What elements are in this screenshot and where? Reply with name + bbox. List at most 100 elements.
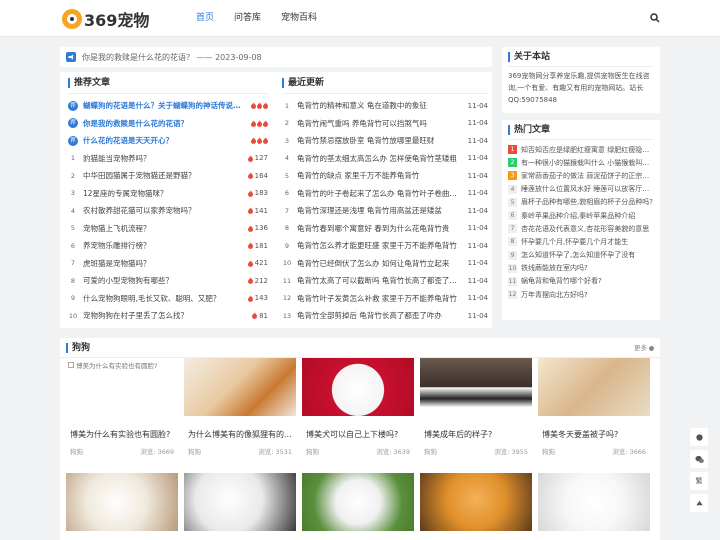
nav-home[interactable]: 首页 [196,0,214,37]
hot-item[interactable]: 5 眉杯子品种有哪些,貌相眉的杯子分品种吗? [508,196,654,209]
heat-count: 421 [247,259,268,267]
dog-thumbnail[interactable] [184,473,296,531]
dog-thumbnail[interactable] [538,473,650,531]
dog-article-card[interactable]: 博美犬可以自己上下楼吗? 狗狗 浏览: 3639 [302,358,414,456]
site-logo[interactable]: 369宠物 [62,8,149,30]
latest-item[interactable]: 6 龟背竹的叶子卷起来了怎么办 龟背竹叶子卷曲的原因 11-04 [282,185,488,203]
recommended-item[interactable]: 8 可爱的小型宠物狗有哪些？ 212 [68,272,268,290]
dog-article-category[interactable]: 狗狗 [542,446,555,456]
recommended-item[interactable]: 荐蝴蝶狗的花语是什么？关于蝴蝶狗的神话传说是... [68,97,268,115]
hot-item[interactable]: 12 万年青摆向北方好吗? [508,288,654,301]
hot-item[interactable]: 7 杏花花语及代表意义,杏花形容美貌的意思 [508,222,654,235]
float-tool-wechat[interactable] [690,450,708,468]
nav-qa[interactable]: 问答库 [234,0,261,37]
dog-article-category[interactable]: 狗狗 [70,446,83,456]
latest-item-title: 龟背竹闹气重吗 养龟背竹可以挡煞气吗 [297,118,427,128]
recommended-item[interactable]: 3 12星座的专属宠物猫咪？ 183 [68,185,268,203]
dog-article-card[interactable] [302,473,414,531]
latest-item[interactable]: 8 龟背竹春到哪个寓意好 春到为什么花龟背竹贵 11-04 [282,220,488,238]
hot-item[interactable]: 2 有一种很小的猫猴栽叫什么 小猫猴栽叫什... [508,156,654,169]
hot-item-title: 有一种很小的猫猴栽叫什么 小猫猴栽叫什... [521,158,654,167]
float-tool-service[interactable] [690,428,708,446]
dog-thumbnail[interactable] [538,358,650,416]
latest-item[interactable]: 11 龟背竹太高了可以截断吗 龟背竹长高了都歪了咋办 11-04 [282,272,488,290]
dog-thumbnail[interactable] [302,358,414,416]
float-tool-top[interactable] [690,494,708,512]
hot-item[interactable]: 4 睡莲放什么位置风水好 睡莲可以放客厅吗... [508,183,654,196]
latest-item-title: 龟背竹的精神和意义 龟在道教中的象征 [297,101,427,111]
hot-item[interactable]: 8 怀孕要几个月,怀孕要几个月才能生 [508,235,654,248]
hot-rank: 7 [508,224,517,234]
dog-article-views: 浏览: 3669 [140,448,174,456]
dog-thumbnail[interactable] [184,358,296,416]
dog-article-card[interactable] [66,473,178,531]
latest-item[interactable]: 2 龟背竹闹气重吗 养龟背竹可以挡煞气吗 11-04 [282,115,488,133]
hot-articles-card: 热门文章 1 知否知否应是绿肥红瘦寓意 绿肥红瘦隐喻... 2 有一种很小的猫猴栽叫什… [502,120,660,320]
dog-thumbnail[interactable] [420,358,532,416]
recommended-item[interactable]: 9 什么宠物狗眼明,毛长又软、聪明、又肥？ 143 [68,290,268,308]
dog-article-card[interactable] [420,473,532,531]
float-tool-traditional[interactable]: 繁 [690,472,708,490]
recommended-item[interactable]: 5 宠物猫上飞机流程？ 136 [68,220,268,238]
dog-article-category[interactable]: 狗狗 [424,446,437,456]
recommended-item[interactable]: 4 农村散养甜花猫可以家养宠物吗？ 141 [68,202,268,220]
recommended-item[interactable]: 10 宠物狗狗在村子里丢了怎么找？ 81 [68,307,268,325]
latest-item[interactable]: 5 龟背竹的缺点 家里千万不能养龟背竹 11-04 [282,167,488,185]
dog-article-title[interactable]: 为什么博美有的像狐狸有的... [184,429,296,440]
recommended-item[interactable]: 6 养宠物乐雕排行榜？ 181 [68,237,268,255]
hot-rank: 11 [508,276,517,286]
dog-thumbnail[interactable] [302,473,414,531]
dog-thumbnail[interactable] [420,473,532,531]
dog-article-card[interactable] [538,473,650,531]
latest-item-title: 龟背竹深理还是浅埋 龟背竹用高盆还是矮盆 [297,206,442,216]
rank-number: 12 [282,294,292,303]
more-label: 更多 [634,344,647,352]
dog-article-card[interactable]: 博美成年后的样子? 狗狗 浏览: 3955 [420,358,532,456]
latest-item[interactable]: 4 龟背竹的茎太细太高怎么办 怎样使龟背竹茎矮粗 11-04 [282,150,488,168]
latest-item[interactable]: 7 龟背竹深理还是浅埋 龟背竹用高盆还是矮盆 11-04 [282,202,488,220]
recommended-item[interactable]: 荐你是我的救赎是什么花的花语？ [68,115,268,133]
hot-item[interactable]: 9 怎么知道怀孕了,怎么知道怀孕了没有 [508,249,654,262]
dog-article-title[interactable]: 博美犬可以自己上下楼吗? [302,429,414,440]
hot-item[interactable]: 6 秦岭苹果品种介绍,秦岭苹果品种介绍 [508,209,654,222]
heat-value: 141 [254,206,268,215]
rank-badge: 3 [70,189,76,198]
dog-thumbnail[interactable]: 博美为什么有实验也有圆脸? [66,358,178,416]
heat-value: 143 [254,294,268,303]
search-icon[interactable] [650,13,660,23]
dog-article-card[interactable]: 博美为什么有实验也有圆脸? 博美为什么有实验也有圆脸? 狗狗 浏览: 3669 [66,358,178,456]
latest-item-title: 龟背竹已经倒伏了怎么办 如何让龟背竹立起来 [297,258,450,268]
recommended-item[interactable]: 1 豹猫能当宠物养吗？ 127 [68,150,268,168]
rank-badge: 7 [70,259,76,268]
dog-article-card[interactable] [184,473,296,531]
recommended-item[interactable]: 7 虎斑猫是宠物猫吗？ 421 [68,255,268,273]
dog-article-title[interactable]: 博美冬天要盖被子吗? [538,429,650,440]
dog-article-title[interactable]: 博美成年后的样子? [420,429,532,440]
notice-text[interactable]: 你是我的救赎是什么花的花语？ —— 2023-09-08 [82,52,262,63]
more-link[interactable]: 更多 [634,338,654,358]
hot-item[interactable]: 3 家常蒜香茄子的做法 蒜泥茄饼子的正宗做法 [508,169,654,182]
hot-item[interactable]: 1 知否知否应是绿肥红瘦寓意 绿肥红瘦隐喻... [508,143,654,156]
heat-count [250,102,268,110]
heat-count: 143 [247,294,268,302]
latest-item[interactable]: 10 龟背竹已经倒伏了怎么办 如何让龟背竹立起来 11-04 [282,255,488,273]
latest-item[interactable]: 3 龟背竹禁忌摆放卧室 龟背竹放哪里最旺财 11-04 [282,132,488,150]
nav-wiki[interactable]: 宠物百科 [281,0,317,37]
dog-article-category[interactable]: 狗狗 [188,446,201,456]
recommended-item[interactable]: 2 中华田园猫属于宠物猫还是野猫？ 164 [68,167,268,185]
hot-item[interactable]: 10 铁线蕨能放在室内吗? [508,262,654,275]
heat-count [250,137,268,145]
latest-item[interactable]: 12 龟背竹叶子发黄怎么补救 家里千万不能养龟背竹 11-04 [282,290,488,308]
dog-article-category[interactable]: 狗狗 [306,446,319,456]
latest-item[interactable]: 13 龟背竹全部剪掉后 龟背竹长高了都歪了咋办 11-04 [282,307,488,325]
dog-article-card[interactable]: 博美冬天要盖被子吗? 狗狗 浏览: 3666 [538,358,650,456]
latest-item-title: 龟背竹的缺点 家里千万不能养龟背竹 [297,171,420,181]
dog-thumbnail[interactable] [66,473,178,531]
dog-article-card[interactable]: 为什么博美有的像狐狸有的... 狗狗 浏览: 3531 [184,358,296,456]
latest-item-date: 11-04 [467,189,488,198]
latest-item[interactable]: 9 龟背竹怎么养才能更旺盛 家里千万不能养龟背竹 11-04 [282,237,488,255]
latest-item[interactable]: 1 龟背竹的精神和意义 龟在道教中的象征 11-04 [282,97,488,115]
recommended-item[interactable]: 荐什么花的花语是天天开心？ [68,132,268,150]
hot-item[interactable]: 11 蜗龟背和龟背竹哪个好看? [508,275,654,288]
dog-article-title[interactable]: 博美为什么有实验也有圆脸? [66,429,178,440]
